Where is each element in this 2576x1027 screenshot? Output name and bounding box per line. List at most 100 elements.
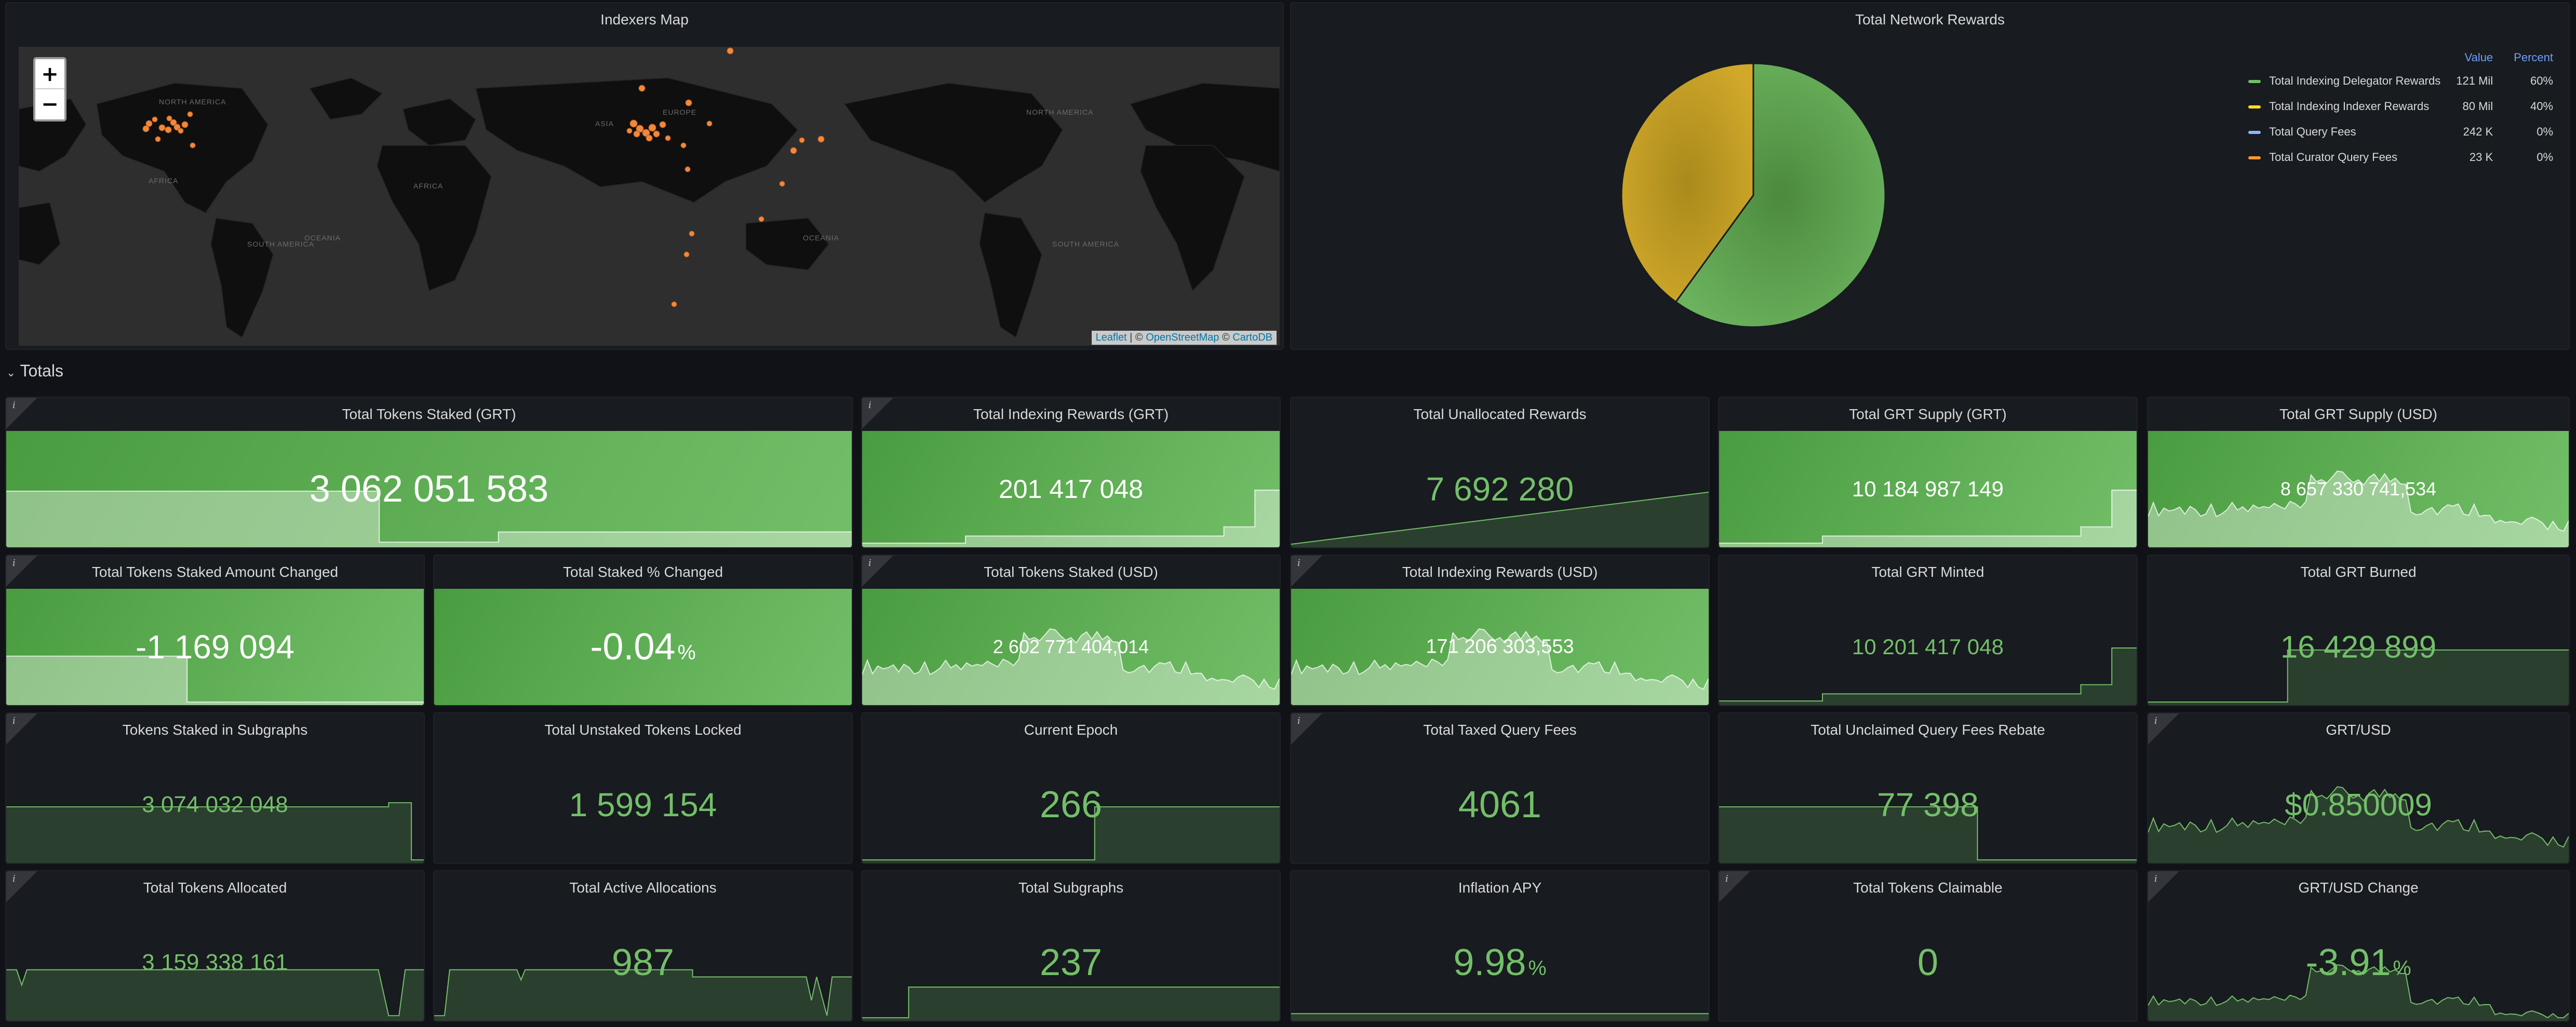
stat-panel-tokens-claimable[interactable]: i Total Tokens Claimable 0	[1718, 870, 2138, 1022]
legend-value: 121 Mil	[2456, 74, 2493, 87]
zoom-in-button[interactable]: +	[35, 59, 64, 89]
stat-value: -0.04%	[434, 626, 852, 668]
stat-body: 1 599 154	[434, 747, 852, 863]
zoom-out-button[interactable]: −	[35, 89, 64, 119]
stat-panel-grt-minted[interactable]: Total GRT Minted 10 201 417 048	[1718, 555, 2138, 706]
stat-number: 77 398	[1877, 786, 1979, 823]
world-map[interactable]: NORTH AMERICA SOUTH AMERICA AFRICA ASIA …	[19, 47, 1280, 346]
pie-chart	[1620, 62, 1886, 328]
stat-panel-total-subgraphs[interactable]: Total Subgraphs 237	[861, 870, 1281, 1022]
legend-label: Total Curator Query Fees	[2269, 151, 2398, 164]
stat-body: 9.98%	[1291, 904, 1709, 1021]
stat-number: 171 206 303,553	[1426, 636, 1574, 658]
indexers-map-panel: Indexers Map NORTH AMERICA SOUTH AMERICA…	[5, 2, 1284, 350]
stat-panel-tokens-allocated[interactable]: i Total Tokens Allocated 3 159 338 161	[5, 870, 425, 1022]
stat-value: 987	[434, 941, 852, 984]
panel-title: Total Unstaked Tokens Locked	[544, 722, 742, 738]
stat-value: 266	[862, 783, 1280, 826]
legend-item[interactable]: Total Indexing Delegator Rewards 121 Mil…	[2248, 72, 2553, 97]
stat-panel-grt-usd[interactable]: i GRT/USD $0.850009	[2147, 712, 2570, 864]
stat-panel-grt-usd-change[interactable]: i GRT/USD Change -3.91%	[2147, 870, 2570, 1022]
stat-value: 9.98%	[1291, 941, 1709, 984]
stat-panel-tokens-staked-usd[interactable]: i Total Tokens Staked (USD) 2 602 771 404,…	[861, 555, 1281, 706]
legend-percent: 40%	[2530, 100, 2553, 113]
stat-panel-current-epoch[interactable]: Current Epoch 266	[861, 712, 1281, 864]
panel-title: Current Epoch	[1024, 722, 1118, 738]
stat-body: 8 657 330 741,534	[2148, 431, 2569, 547]
region-label: SOUTH AMERICA	[1052, 240, 1119, 248]
panel-title: Total GRT Minted	[1871, 564, 1984, 580]
zoom-control: + −	[33, 57, 66, 121]
pie-legend: Value Percent Total Indexing Delegator R…	[2248, 51, 2553, 173]
stat-panel-grt-burned[interactable]: Total GRT Burned 16 429 899	[2147, 555, 2570, 706]
carto-link[interactable]: CartoDB	[1232, 332, 1272, 343]
world-map-svg	[19, 47, 1280, 346]
row-header-totals[interactable]: ⌄ Totals	[6, 361, 63, 381]
legend-percent: 60%	[2530, 74, 2553, 87]
stat-number: 10 184 987 149	[1852, 477, 2004, 501]
stat-value: 3 062 051 583	[6, 468, 852, 510]
stat-panel-grt-supply-grt[interactable]: Total GRT Supply (GRT) 10 184 987 149	[1718, 397, 2138, 548]
stat-body: -0.04%	[434, 589, 852, 705]
legend-label: Total Indexing Indexer Rewards	[2269, 100, 2430, 113]
legend-percent: 0%	[2537, 125, 2553, 138]
stat-value: 8 657 330 741,534	[2148, 478, 2569, 500]
stat-panel-indexing-rewards-usd[interactable]: i Total Indexing Rewards (USD) 171 206 303…	[1290, 555, 1710, 706]
stat-number: 0	[1917, 942, 1939, 983]
stat-number: 10 201 417 048	[1852, 634, 2004, 659]
stat-number: -0.04	[590, 626, 676, 668]
stat-panel-active-allocations[interactable]: Total Active Allocations 987	[433, 870, 853, 1022]
stat-number: $0.850009	[2285, 787, 2432, 822]
panel-title: Total Unclaimed Query Fees Rebate	[1810, 722, 2045, 738]
panel-title: Indexers Map	[600, 11, 689, 28]
stat-value: 0	[1719, 941, 2137, 984]
panel-title: Total Subgraphs	[1018, 880, 1124, 896]
panel-title: Tokens Staked in Subgraphs	[122, 722, 308, 738]
stat-body: 201 417 048	[862, 431, 1280, 547]
panel-title: Total Tokens Claimable	[1853, 880, 2003, 896]
stat-body: -3.91%	[2148, 904, 2569, 1021]
stat-body: 3 062 051 583	[6, 431, 852, 547]
legend-header-value[interactable]: Value	[2440, 51, 2493, 72]
panel-title: Total Tokens Allocated	[143, 880, 287, 896]
stat-panel-staked-amount-changed[interactable]: i Total Tokens Staked Amount Changed -1 16…	[5, 555, 425, 706]
stat-panel-unstaked-locked[interactable]: Total Unstaked Tokens Locked 1 599 154	[433, 712, 853, 864]
legend-value: 23 K	[2469, 151, 2493, 164]
stat-panel-staked-pct-changed[interactable]: Total Staked % Changed -0.04%	[433, 555, 853, 706]
stat-panel-tokens-in-subgraphs[interactable]: i Tokens Staked in Subgraphs 3 074 032 048	[5, 712, 425, 864]
stat-panel-unallocated-rewards[interactable]: Total Unallocated Rewards 7 692 280	[1290, 397, 1710, 548]
stat-value: 171 206 303,553	[1291, 636, 1709, 658]
stat-value: 10 184 987 149	[1719, 477, 2137, 502]
legend-item[interactable]: Total Curator Query Fees 23 K 0%	[2248, 148, 2553, 173]
leaflet-link[interactable]: Leaflet	[1096, 332, 1127, 343]
stat-panel-inflation-apy[interactable]: Inflation APY 9.98%	[1290, 870, 1710, 1022]
sparkline-area	[862, 987, 1280, 1021]
stat-number: 7 692 280	[1426, 470, 1574, 508]
panel-title: Total Taxed Query Fees	[1423, 722, 1577, 738]
panel-title: GRT/USD Change	[2298, 880, 2419, 896]
region-label: EUROPE	[663, 108, 697, 116]
stat-value: 237	[862, 941, 1280, 984]
osm-link[interactable]: OpenStreetMap	[1146, 332, 1219, 343]
row-title: Totals	[20, 361, 64, 380]
stat-value: 4061	[1291, 783, 1709, 826]
stat-panel-taxed-query-fees[interactable]: i Total Taxed Query Fees 4061	[1290, 712, 1710, 864]
stat-panel-grt-supply-usd[interactable]: Total GRT Supply (USD) 8 657 330 741,534	[2147, 397, 2570, 548]
stat-value: 77 398	[1719, 786, 2137, 824]
panel-title: Total Indexing Rewards (USD)	[1402, 564, 1598, 580]
network-rewards-panel: Total Network Rewards Value Percent Tota…	[1290, 2, 2570, 350]
legend-item[interactable]: Total Indexing Indexer Rewards 80 Mil 40…	[2248, 97, 2553, 123]
stat-unit: %	[1528, 957, 1547, 980]
stat-value: 10 201 417 048	[1719, 634, 2137, 659]
stat-panel-tokens-staked-grt[interactable]: i Total Tokens Staked (GRT) 3 062 051 583	[5, 397, 853, 548]
stat-value: 201 417 048	[862, 474, 1280, 504]
stat-panel-indexing-rewards-grt[interactable]: i Total Indexing Rewards (GRT) 201 417 048	[861, 397, 1281, 548]
stat-number: 987	[611, 942, 675, 983]
legend-value: 80 Mil	[2462, 100, 2493, 113]
stat-body: 237	[862, 904, 1280, 1021]
attribution-sep: | ©	[1126, 332, 1146, 343]
legend-header-percent[interactable]: Percent	[2493, 51, 2553, 72]
stat-panel-unclaimed-rebate[interactable]: Total Unclaimed Query Fees Rebate 77 398	[1718, 712, 2138, 864]
legend-item[interactable]: Total Query Fees 242 K 0%	[2248, 123, 2553, 148]
stat-body: 10 184 987 149	[1719, 431, 2137, 547]
